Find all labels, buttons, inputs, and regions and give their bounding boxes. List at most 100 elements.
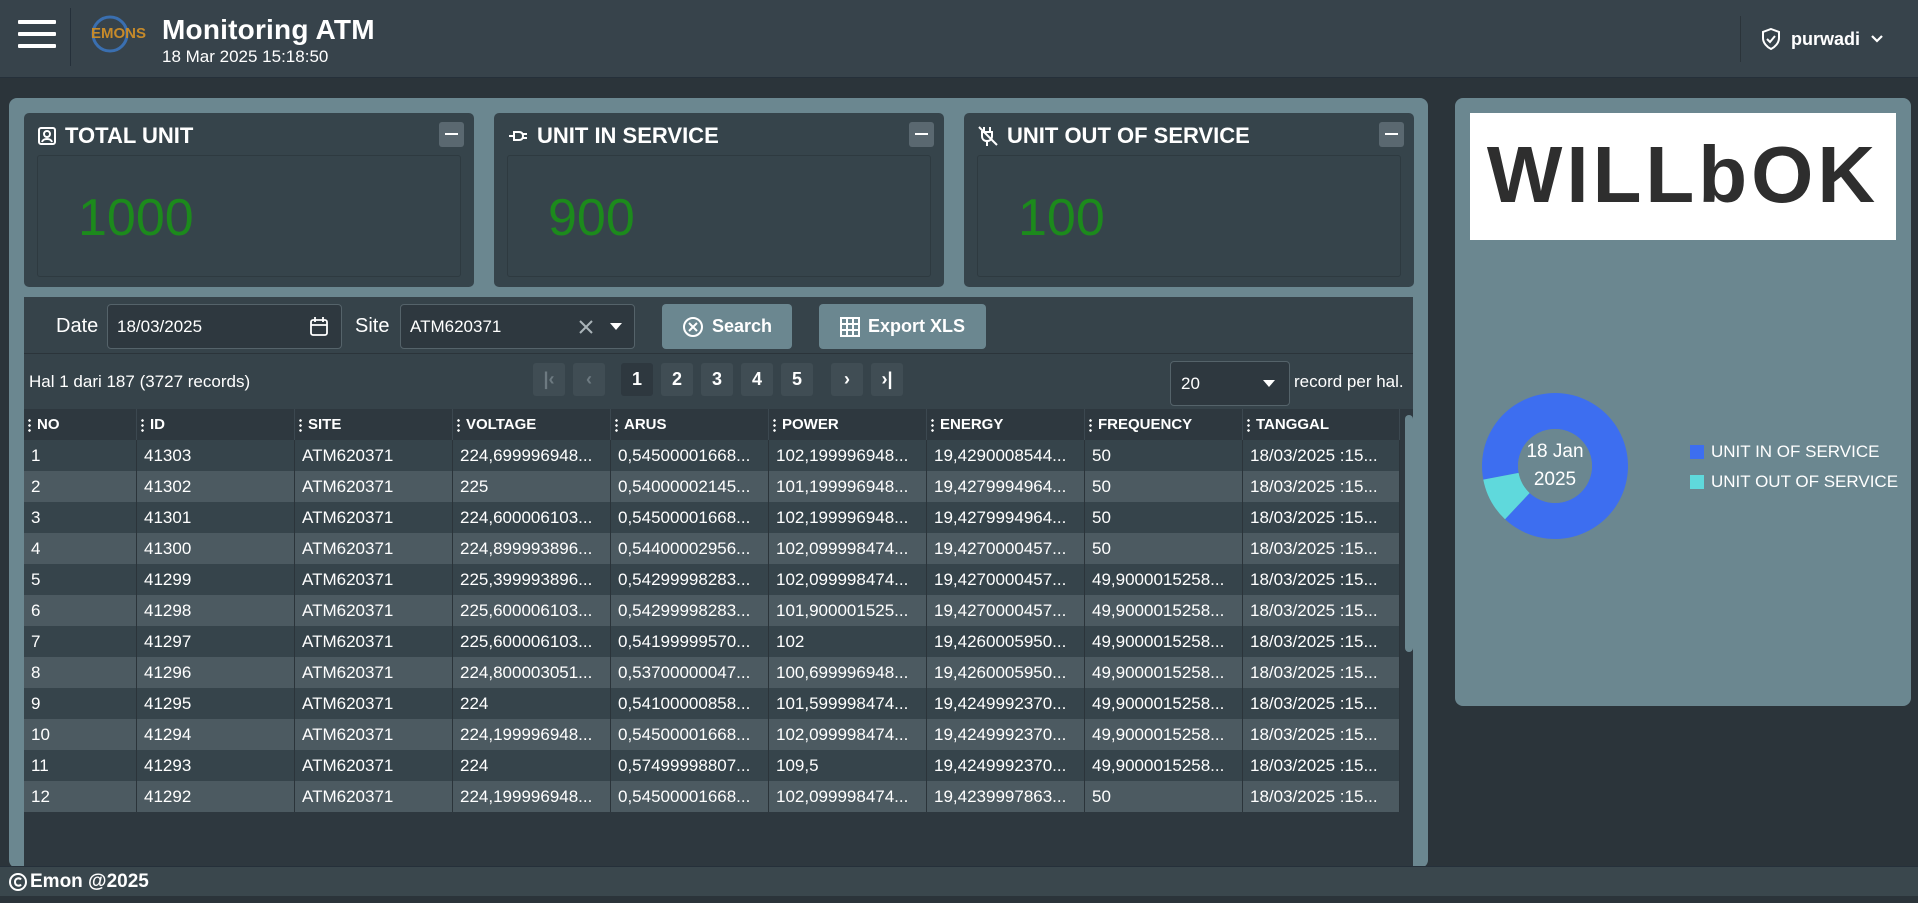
- minimize-button[interactable]: [909, 122, 934, 147]
- table-cell: 18/03/2025 :15...: [1243, 471, 1400, 502]
- table-cell: 41298: [137, 595, 295, 626]
- page-size-select[interactable]: 20: [1170, 361, 1290, 406]
- column-header[interactable]: SITE: [295, 409, 453, 440]
- table-cell: 18/03/2025 :15...: [1243, 719, 1400, 750]
- table-row[interactable]: 1 41303 ATM620371 224,699996948... 0,5450000…: [24, 440, 1400, 471]
- column-header[interactable]: FREQUENCY: [1085, 409, 1243, 440]
- minimize-button[interactable]: [1379, 122, 1404, 147]
- date-field[interactable]: 18/03/2025: [107, 304, 342, 349]
- table-cell: 49,9000015258...: [1085, 750, 1243, 781]
- drag-handle-icon[interactable]: [141, 417, 144, 432]
- table-cell: 6: [24, 595, 137, 626]
- calendar-icon[interactable]: [309, 316, 329, 337]
- table-cell: 12: [24, 781, 137, 812]
- current-datetime: 18 Mar 2025 15:18:50: [162, 47, 329, 66]
- site-label: Site: [355, 315, 390, 337]
- page-button[interactable]: 5: [781, 363, 813, 396]
- column-header[interactable]: ARUS: [611, 409, 769, 440]
- last-page-button[interactable]: ›|: [871, 363, 903, 396]
- svg-text:WILLbOK: WILLbOK: [1487, 132, 1879, 219]
- emon-logo: EMONS: [91, 15, 146, 53]
- table-cell: 49,9000015258...: [1085, 564, 1243, 595]
- circle-x-icon: [682, 316, 703, 337]
- table-cell: 41302: [137, 471, 295, 502]
- column-header[interactable]: TANGGAL: [1243, 409, 1400, 440]
- page-button[interactable]: 3: [701, 363, 733, 396]
- table-cell: 7: [24, 626, 137, 657]
- user-menu[interactable]: purwadi: [1740, 16, 1910, 62]
- drag-handle-icon[interactable]: [773, 417, 776, 432]
- site-select[interactable]: ATM620371: [400, 304, 635, 349]
- prev-page-button[interactable]: ‹: [573, 363, 605, 396]
- table-cell: 19,4270000457...: [927, 564, 1085, 595]
- drag-handle-icon[interactable]: [615, 417, 618, 432]
- table-cell: 18/03/2025 :15...: [1243, 502, 1400, 533]
- table-cell: 18/03/2025 :15...: [1243, 533, 1400, 564]
- drag-handle-icon[interactable]: [931, 417, 934, 432]
- menu-icon[interactable]: [18, 20, 56, 50]
- table-cell: 225: [453, 471, 611, 502]
- table-row[interactable]: 9 41295 ATM620371 224 0,54100000858... 101,59…: [24, 688, 1400, 719]
- table-cell: 1: [24, 440, 137, 471]
- drag-handle-icon[interactable]: [457, 417, 460, 432]
- table-row[interactable]: 10 41294 ATM620371 224,199996948... 0,545000…: [24, 719, 1400, 750]
- table-cell: 19,4279994964...: [927, 502, 1085, 533]
- table-cell: 18/03/2025 :15...: [1243, 657, 1400, 688]
- page-button[interactable]: 1: [621, 363, 653, 396]
- search-button[interactable]: Search: [662, 304, 792, 349]
- table-cell: ATM620371: [295, 781, 453, 812]
- drag-handle-icon[interactable]: [1089, 417, 1092, 432]
- table-cell: 4: [24, 533, 137, 564]
- legend-item[interactable]: UNIT OUT OF SERVICE: [1690, 472, 1898, 492]
- table-row[interactable]: 7 41297 ATM620371 225,600006103... 0,5419999…: [24, 626, 1400, 657]
- card-body: 100: [977, 155, 1401, 277]
- first-page-button[interactable]: |‹: [533, 363, 565, 396]
- minimize-button[interactable]: [439, 122, 464, 147]
- card-value: 100: [1018, 189, 1105, 247]
- table-cell: 0,54199999570...: [611, 626, 769, 657]
- caret-down-icon[interactable]: [610, 323, 622, 331]
- vertical-scrollbar[interactable]: [1405, 415, 1413, 652]
- table-cell: 102,199996948...: [769, 440, 927, 471]
- drag-handle-icon[interactable]: [1247, 417, 1250, 432]
- clear-icon[interactable]: [578, 319, 594, 335]
- card-title-text: UNIT OUT OF SERVICE: [1007, 123, 1250, 148]
- column-header[interactable]: NO: [24, 409, 137, 440]
- drag-handle-icon[interactable]: [28, 417, 31, 432]
- next-page-button[interactable]: ›: [831, 363, 863, 396]
- user-id-icon: [38, 127, 56, 145]
- table-cell: ATM620371: [295, 440, 453, 471]
- table-cell: 41293: [137, 750, 295, 781]
- table-cell: 102,099998474...: [769, 719, 927, 750]
- date-value: 18/03/2025: [117, 317, 203, 336]
- table-cell: 41299: [137, 564, 295, 595]
- column-header[interactable]: POWER: [769, 409, 927, 440]
- drag-handle-icon[interactable]: [299, 417, 302, 432]
- column-header[interactable]: ID: [137, 409, 295, 440]
- table-cell: 41303: [137, 440, 295, 471]
- donut-center-line1: 18 Jan: [1526, 441, 1584, 462]
- table-row[interactable]: 4 41300 ATM620371 224,899993896... 0,5440000…: [24, 533, 1400, 564]
- legend-item[interactable]: UNIT IN OF SERVICE: [1690, 442, 1898, 462]
- table-row[interactable]: 2 41302 ATM620371 225 0,54000002145... 101,19…: [24, 471, 1400, 502]
- table-cell: 0,54299998283...: [611, 564, 769, 595]
- table-cell: 18/03/2025 :15...: [1243, 440, 1400, 471]
- page-button[interactable]: 2: [661, 363, 693, 396]
- column-header[interactable]: ENERGY: [927, 409, 1085, 440]
- page-button[interactable]: 4: [741, 363, 773, 396]
- shield-check-icon: [1762, 28, 1780, 50]
- table-row[interactable]: 6 41298 ATM620371 225,600006103... 0,5429999…: [24, 595, 1400, 626]
- table-row[interactable]: 8 41296 ATM620371 224,800003051... 0,5370000…: [24, 657, 1400, 688]
- column-header[interactable]: VOLTAGE: [453, 409, 611, 440]
- table-cell: 19,4279994964...: [927, 471, 1085, 502]
- card-total-unit: TOTAL UNIT 1000: [24, 113, 474, 287]
- table-cell: 10: [24, 719, 137, 750]
- export-xls-button[interactable]: Export XLS: [819, 304, 986, 349]
- table-row[interactable]: 5 41299 ATM620371 225,399993896... 0,5429999…: [24, 564, 1400, 595]
- table-row[interactable]: 12 41292 ATM620371 224,199996948... 0,545000…: [24, 781, 1400, 812]
- table-cell: 50: [1085, 440, 1243, 471]
- table-cell: 49,9000015258...: [1085, 719, 1243, 750]
- table-cell: 19,4249992370...: [927, 688, 1085, 719]
- table-row[interactable]: 11 41293 ATM620371 224 0,57499998807... 109,5…: [24, 750, 1400, 781]
- table-row[interactable]: 3 41301 ATM620371 224,600006103... 0,5450000…: [24, 502, 1400, 533]
